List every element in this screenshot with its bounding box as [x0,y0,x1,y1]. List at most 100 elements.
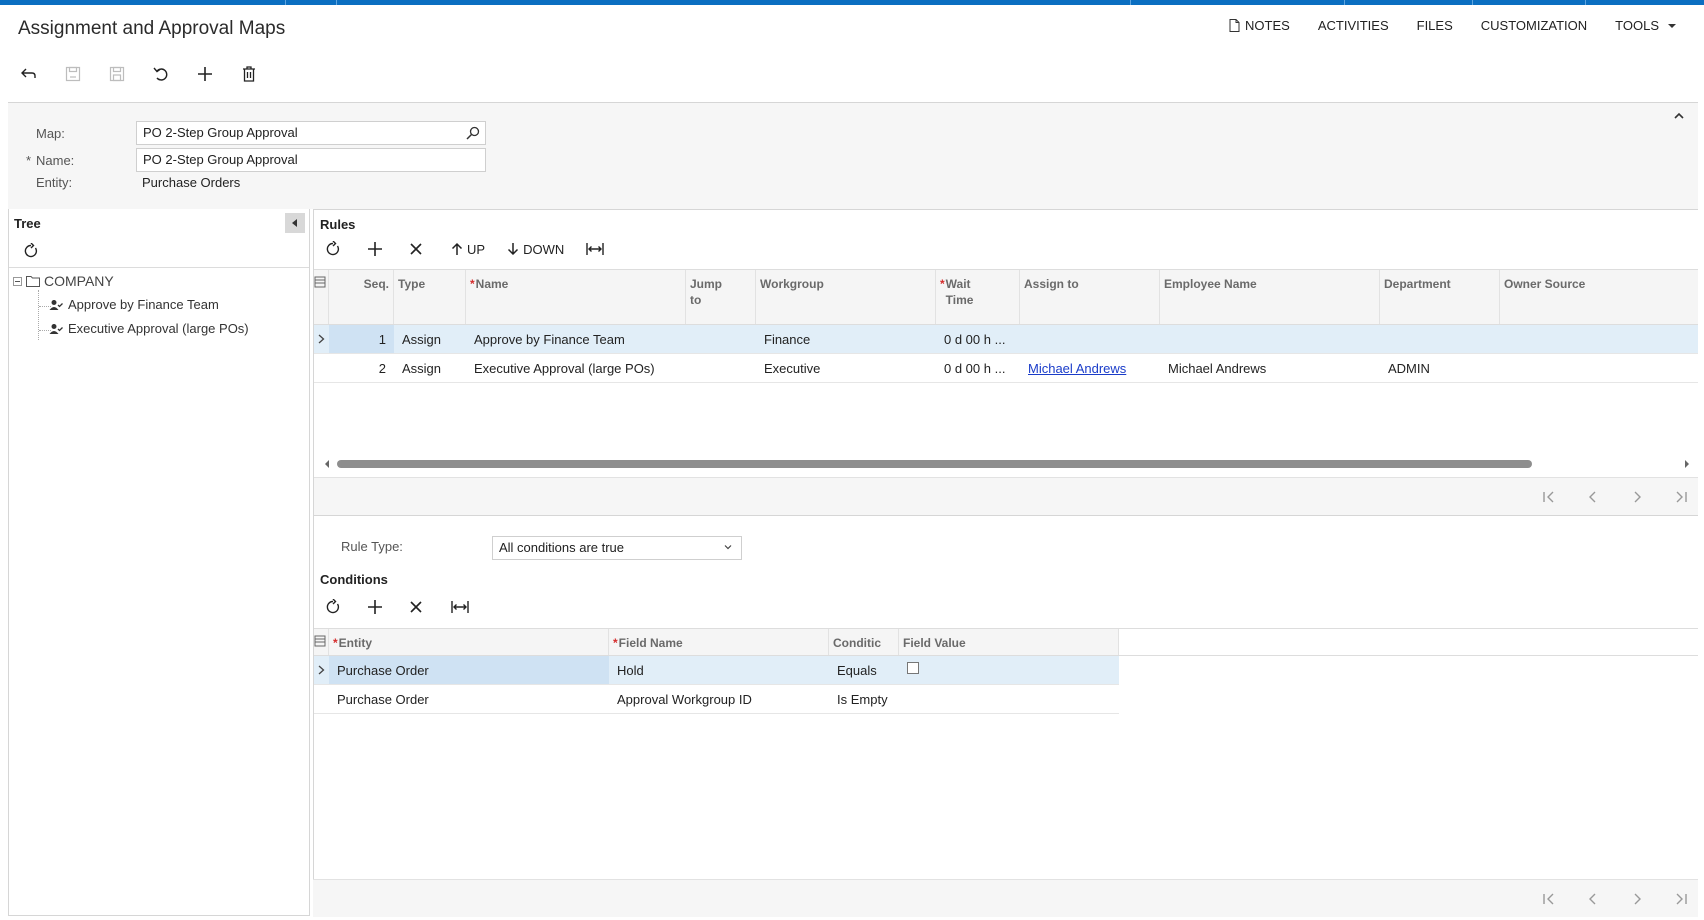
condition-cell[interactable]: Is Empty [829,685,899,713]
notes-link[interactable]: NOTES [1215,18,1304,33]
seq-cell[interactable]: 1 [329,325,394,353]
map-selector[interactable]: PO 2-Step Group Approval [136,121,486,145]
scroll-right-icon[interactable] [1683,459,1691,469]
rules-down-button[interactable]: DOWN [505,237,566,261]
next-page-icon[interactable] [1630,892,1644,906]
grid-settings-cell[interactable] [313,270,329,324]
column-header[interactable]: *Name [466,270,686,324]
field-name-cell[interactable]: Hold [609,656,829,684]
tree-node-company[interactable]: COMPANY [13,273,114,289]
condition-cell[interactable]: Equals [829,656,899,684]
first-page-icon[interactable] [1542,490,1556,504]
wait-time-cell[interactable]: 0 d 00 h ... [936,325,1020,353]
tools-menu[interactable]: TOOLS [1601,18,1690,33]
seq-cell[interactable]: 2 [329,354,394,382]
name-field[interactable]: PO 2-Step Group Approval [136,148,486,172]
grid-settings-cell[interactable] [313,629,329,655]
customization-link[interactable]: CUSTOMIZATION [1467,18,1601,33]
column-header[interactable]: *Entity [329,629,609,655]
table-row[interactable]: 1 Assign Approve by Finance Team Finance… [313,325,1698,354]
column-header[interactable]: Assign to [1020,270,1160,324]
conditions-grid-header: *Entity *Field Name Conditic Field Value [313,628,1698,656]
save-button[interactable] [106,62,128,86]
type-cell[interactable]: Assign [394,325,466,353]
collapse-toggle-icon[interactable] [13,276,22,286]
table-row[interactable]: Purchase Order Approval Workgroup ID Is … [313,685,1119,714]
column-header[interactable]: Jump to [686,270,756,324]
last-page-icon[interactable] [1674,490,1688,504]
conditions-add-button[interactable] [365,595,389,619]
header-filler [1119,629,1698,655]
files-link[interactable]: FILES [1403,18,1467,33]
table-row[interactable]: 2 Assign Executive Approval (large POs) … [313,354,1698,383]
previous-page-icon[interactable] [1586,490,1600,504]
field-value-checkbox[interactable] [907,662,919,674]
delete-button[interactable] [238,62,260,86]
column-header[interactable]: *Field Name [609,629,829,655]
field-value-cell[interactable] [899,656,1119,684]
name-cell[interactable]: Approve by Finance Team [466,325,686,353]
department-cell[interactable]: ADMIN [1380,354,1500,382]
conditions-fit-columns-button[interactable] [449,595,473,619]
column-header[interactable]: Seq. [329,270,394,324]
tree-node-rule[interactable]: Executive Approval (large POs) [49,321,249,336]
scroll-left-icon[interactable] [323,459,331,469]
column-header[interactable]: *Wait Time [936,270,1020,324]
search-icon[interactable] [465,125,481,141]
column-header[interactable]: Conditic [829,629,899,655]
next-page-icon[interactable] [1630,490,1644,504]
rules-fit-columns-button[interactable] [584,237,608,261]
previous-page-icon[interactable] [1586,892,1600,906]
back-button[interactable] [18,62,40,86]
name-cell[interactable]: Executive Approval (large POs) [466,354,686,382]
owner-source-cell[interactable] [1500,354,1698,382]
rules-refresh-button[interactable] [323,237,347,261]
assign-to-cell[interactable]: Michael Andrews [1020,354,1160,382]
tree-collapse-button[interactable] [285,213,305,233]
conditions-refresh-button[interactable] [323,595,347,619]
employee-cell[interactable] [1160,325,1380,353]
entity-cell[interactable]: Purchase Order [329,685,609,713]
workgroup-cell[interactable]: Executive [756,354,936,382]
scrollbar-thumb[interactable] [337,460,1532,468]
conditions-delete-button[interactable] [407,595,431,619]
jump-cell[interactable] [686,325,756,353]
wait-time-cell[interactable]: 0 d 00 h ... [936,354,1020,382]
activities-link[interactable]: ACTIVITIES [1304,18,1403,33]
column-header[interactable]: Type [394,270,466,324]
department-cell[interactable] [1380,325,1500,353]
column-header[interactable]: Workgroup [756,270,936,324]
rules-delete-button[interactable] [407,237,431,261]
column-header[interactable]: Owner Source [1500,270,1698,324]
add-button[interactable] [194,62,216,86]
entity-cell[interactable]: Purchase Order [329,656,609,684]
horizontal-scrollbar[interactable] [323,459,1691,469]
assign-to-cell[interactable] [1020,325,1160,353]
column-label: Seq. [363,277,389,291]
conditions-toolbar [323,595,473,619]
tree-node-rule[interactable]: Approve by Finance Team [49,297,219,312]
entity-label: Entity: [36,175,73,190]
column-header[interactable]: Employee Name [1160,270,1380,324]
field-value-cell[interactable] [899,685,1119,713]
workgroup-cell[interactable]: Finance [756,325,936,353]
owner-source-cell[interactable] [1500,325,1698,353]
rule-type-select[interactable]: All conditions are true [492,536,742,560]
assign-to-link[interactable]: Michael Andrews [1028,361,1126,376]
tree-refresh-button[interactable] [21,240,41,262]
rules-up-button[interactable]: UP [449,237,487,261]
first-page-icon[interactable] [1542,892,1556,906]
table-row[interactable]: Purchase Order Hold Equals [313,656,1119,685]
employee-cell[interactable]: Michael Andrews [1160,354,1380,382]
save-close-button[interactable] [62,62,84,86]
column-header[interactable]: Department [1380,270,1500,324]
chevron-up-icon[interactable] [1672,109,1686,123]
type-cell[interactable]: Assign [394,354,466,382]
field-name-cell[interactable]: Approval Workgroup ID [609,685,829,713]
column-header[interactable]: Field Value [899,629,1119,655]
tree-node-label: COMPANY [44,273,114,289]
undo-button[interactable] [150,62,172,86]
last-page-icon[interactable] [1674,892,1688,906]
rules-add-button[interactable] [365,237,389,261]
jump-cell[interactable] [686,354,756,382]
